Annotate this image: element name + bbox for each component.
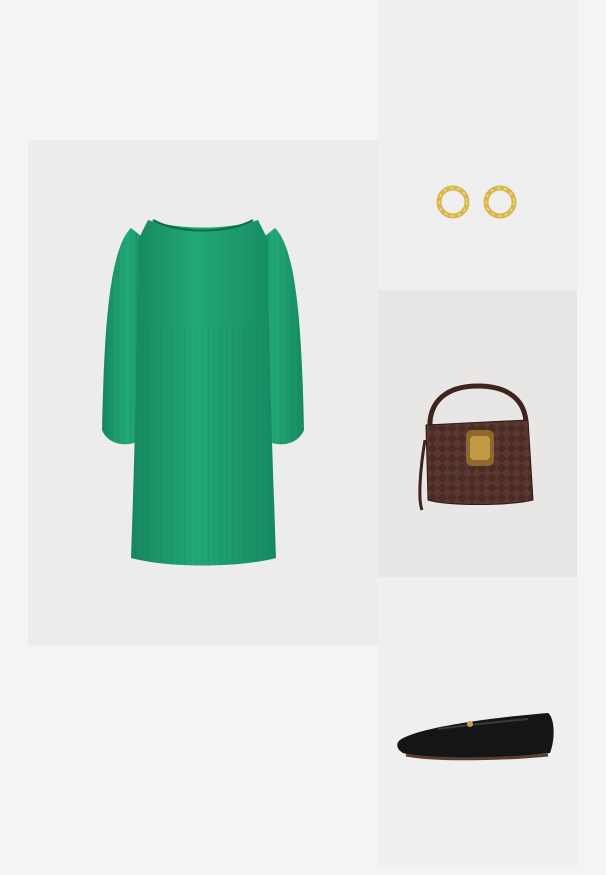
black-ballet-flats-image (397, 713, 554, 761)
earrings-product-card[interactable] (378, 0, 577, 290)
shoes-product-card[interactable] (378, 577, 577, 867)
brown-woven-bucket-bag-image (418, 383, 534, 511)
pleated-green-dress-image (102, 219, 304, 566)
dress-product-card[interactable] (28, 140, 378, 645)
bag-product-card[interactable] (378, 290, 577, 577)
gold-hoop-earrings-image (436, 185, 517, 219)
